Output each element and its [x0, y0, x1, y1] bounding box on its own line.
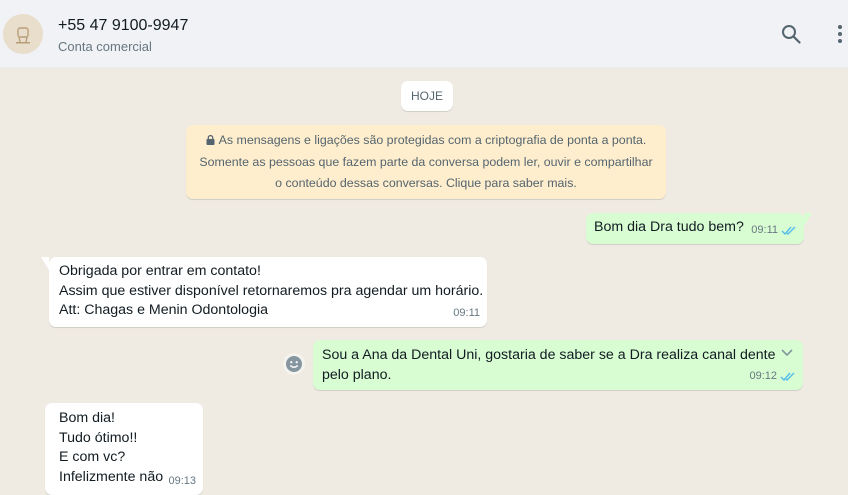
bubble-tail [41, 257, 49, 270]
react-emoji-button[interactable] [283, 353, 305, 375]
message-line: Bom dia! [59, 410, 115, 426]
message-meta: 09:12 [749, 367, 796, 387]
business-logo-icon [3, 14, 43, 54]
chevron-down-icon[interactable] [781, 347, 793, 357]
date-separator: HOJE [401, 81, 453, 111]
message-incoming[interactable]: Obrigada por entrar em contato! Assim qu… [41, 257, 487, 327]
lock-icon [206, 135, 215, 145]
message-line: Obrigada por entrar em contato! [59, 263, 261, 279]
message-line: Assim que estiver disponível retornaremo… [59, 282, 484, 299]
double-check-read-icon [780, 372, 795, 381]
smiley-icon [286, 356, 302, 372]
contact-name[interactable]: +55 47 9100-9947 [58, 17, 188, 35]
message-meta: 09:11 [453, 304, 480, 324]
message-time: 09:13 [168, 474, 196, 487]
message-outgoing[interactable]: Sou a Ana da Dental Uni, gostaria de sab… [313, 340, 803, 390]
encryption-notice-line1: As mensagens e ligações são protegidas c… [186, 130, 666, 152]
message-line: pelo plano. [322, 366, 392, 383]
double-check-read-icon [781, 226, 796, 235]
message-meta: 09:13 [168, 472, 196, 492]
message-time: 09:11 [453, 306, 480, 319]
message-outgoing[interactable]: Bom dia Dra tudo bem? 09:11 [586, 213, 812, 244]
contact-avatar[interactable] [3, 14, 43, 54]
message-line: Sou a Ana da Dental Uni, gostaria de sab… [322, 347, 777, 363]
menu-button[interactable] [828, 22, 848, 46]
contact-subtitle: Conta comercial [58, 39, 152, 54]
encryption-notice-line2: Somente as pessoas que fazem parte da co… [199, 154, 653, 169]
search-button[interactable] [779, 22, 803, 46]
chat-area[interactable]: HOJE As mensagens e ligações são protegi… [0, 68, 848, 495]
encryption-notice[interactable]: As mensagens e ligações são protegidas c… [186, 125, 666, 199]
message-line: E com vc? [59, 449, 126, 465]
message-line: Tudo ótimo!! [59, 429, 138, 446]
encryption-notice-line3: o conteúdo dessas conversas. Clique para… [275, 176, 577, 190]
message-line: Att: Chagas e Menin Odontologia [59, 302, 269, 318]
bubble-tail [804, 213, 812, 226]
message-meta: 09:11 [751, 221, 797, 241]
encryption-notice-text1: As mensagens e ligações são protegidas c… [218, 133, 647, 147]
search-icon [782, 25, 801, 44]
message-incoming[interactable]: Bom dia! Tudo ótimo!! E com vc? Infelizm… [45, 403, 203, 495]
message-time: 09:12 [749, 369, 777, 382]
chat-header: +55 47 9100-9947 Conta comercial [0, 0, 848, 68]
message-time: 09:11 [751, 223, 778, 236]
kebab-menu-icon [838, 25, 842, 43]
